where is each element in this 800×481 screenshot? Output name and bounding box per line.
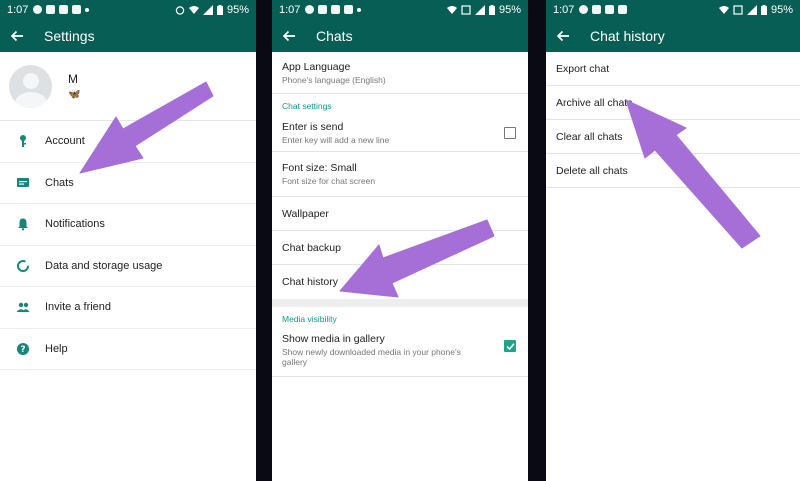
show-media-row[interactable]: Show media in gallery Show newly downloa… [272,327,528,377]
chat-history-row[interactable]: Chat history [272,265,528,299]
profile-status: 🦋 [68,89,81,100]
setting-description: Phone's language (English) [282,74,386,85]
settings-item-label: Help [45,342,68,355]
page-title: Chats [316,27,353,44]
wallpaper-row[interactable]: Wallpaper [272,197,528,231]
profile-name: M [68,72,78,86]
battery-icon [760,4,767,15]
setting-label: Font size: Small [282,162,357,174]
notification-icon [579,5,589,14]
setting-label: Enter is send [282,120,344,133]
notification-icon [344,5,354,14]
help-icon: ? [16,342,30,356]
back-arrow-icon[interactable] [8,27,26,45]
delete-all-chats-item[interactable]: Delete all chats [546,154,800,188]
app-language-row[interactable]: App Language Phone's language (English) [272,52,528,94]
notification-icon [605,5,615,14]
data-usage-icon [16,259,30,273]
export-chat-item[interactable]: Export chat [546,52,800,86]
settings-item-chats[interactable]: Chats [0,163,256,204]
status-time: 1:07 [7,3,29,16]
settings-item-label: Invite a friend [45,301,112,314]
avatar[interactable] [9,64,52,108]
notification-icon [592,5,602,14]
battery-icon [488,4,495,15]
app-bar: Chat history [546,19,800,52]
no-sim-icon [733,4,743,15]
show-media-checkbox[interactable] [504,340,516,352]
section-header-media-visibility: Media visibility [282,314,337,324]
status-bar: 1:07 95% [272,0,528,19]
section-header-chat-settings: Chat settings [282,101,332,111]
setting-description: Show newly downloaded media in your phon… [282,347,461,367]
chat-icon [16,176,30,190]
section-divider [272,299,528,307]
chat-backup-row[interactable]: Chat backup [272,231,528,265]
enter-is-send-row[interactable]: Enter is send Enter key will add a new l… [272,114,528,152]
settings-item-help[interactable]: ? Help [0,329,256,370]
status-bar: 1:07 95% [546,0,800,19]
archive-all-chats-item[interactable]: Archive all chats [546,86,800,120]
font-size-row[interactable]: Font size: Small Font size for chat scre… [272,152,528,197]
chats-settings-screen: 1:07 95% Chats App Language Phone's lang… [272,0,528,481]
chat-history-screen: 1:07 95% Chat history Export chat Archiv… [546,0,800,481]
signal-icon [746,4,757,15]
notification-icon [46,5,56,14]
setting-label: Wallpaper [282,207,329,220]
notification-icon [618,5,628,14]
wifi-icon [446,5,457,14]
settings-item-account[interactable]: Account [0,121,256,163]
more-notifications-icon [357,7,362,12]
profile-row[interactable]: M 🦋 [0,52,256,121]
notification-icon [59,5,69,14]
setting-label: App Language [282,60,351,73]
settings-item-notifications[interactable]: Notifications [0,204,256,246]
page-title: Chat history [590,27,665,44]
setting-description: Font size for chat screen [282,176,376,186]
notification-icon [305,5,315,14]
setting-description: Enter key will add a new line [282,134,390,145]
battery-percent: 95% [498,3,521,16]
battery-percent: 95% [770,3,793,16]
notification-icon [331,5,341,14]
clear-all-chats-item[interactable]: Clear all chats [546,120,800,154]
settings-item-invite[interactable]: Invite a friend [0,287,256,329]
setting-label: Show media in gallery [282,333,385,345]
app-bar: Settings [0,19,256,52]
status-time: 1:07 [279,3,301,16]
more-notifications-icon [85,7,90,12]
status-time: 1:07 [553,3,575,16]
bell-icon [16,217,30,231]
setting-label: Chat history [282,276,339,288]
people-icon [16,300,30,314]
wifi-icon [188,5,199,14]
settings-item-data-storage[interactable]: Data and storage usage [0,246,256,287]
app-bar: Chats [272,19,528,52]
notification-icon [318,5,328,14]
page-title: Settings [44,27,95,44]
alarm-icon [175,5,185,15]
settings-item-label: Notifications [45,218,105,231]
setting-label: Chat backup [282,241,341,254]
status-bar: 1:07 95% [0,0,256,19]
no-sim-icon [461,4,471,15]
settings-item-label: Chats [45,176,74,189]
signal-icon [474,4,485,15]
settings-screen: 1:07 95% Settings M 🦋 Account Chats Noti… [0,0,256,481]
back-arrow-icon[interactable] [280,27,298,45]
notification-icon [33,5,43,14]
check-icon [505,342,515,350]
svg-text:?: ? [20,345,25,355]
settings-item-label: Account [45,135,85,148]
signal-icon [202,4,213,15]
settings-item-label: Data and storage usage [45,259,163,272]
wifi-icon [718,5,729,14]
battery-icon [216,4,223,15]
notification-icon [72,5,82,14]
battery-percent: 95% [226,3,249,16]
key-icon [16,134,30,148]
enter-is-send-checkbox[interactable] [504,126,516,139]
back-arrow-icon[interactable] [554,27,572,45]
